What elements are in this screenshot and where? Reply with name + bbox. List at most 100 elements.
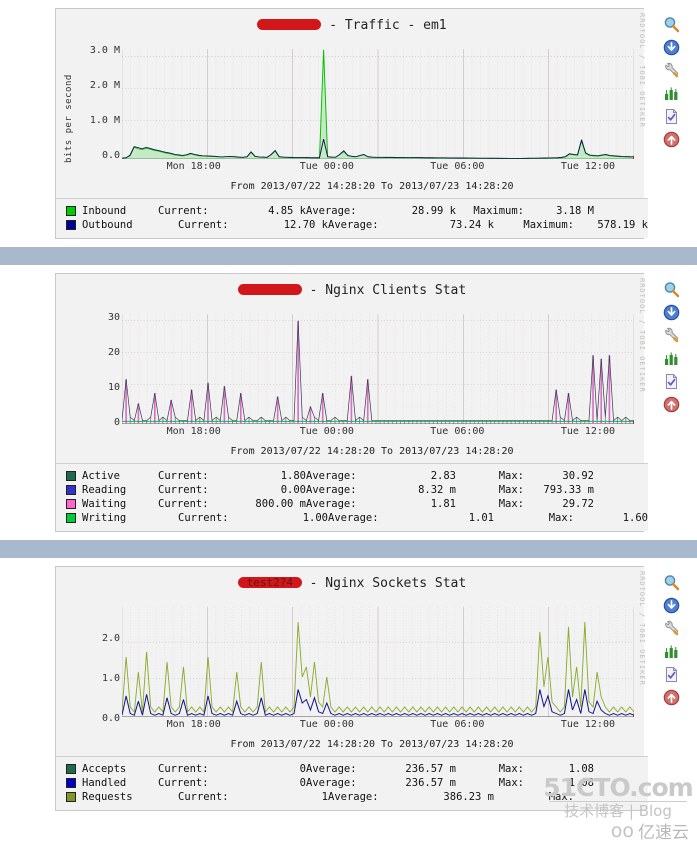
y-tick: 1.0 bbox=[101, 673, 120, 684]
y-axis-label-traffic: bits per second bbox=[64, 74, 74, 163]
settings-wrench-icon[interactable] bbox=[662, 619, 681, 638]
legend-series-name: Inbound bbox=[82, 205, 127, 217]
panel-wrap-clients: RRDTOOL / TOBI OETIKER - Nginx Clients S… bbox=[0, 273, 697, 532]
legend-average-value: 8.32 m bbox=[418, 484, 456, 496]
legend-cell: Average: bbox=[328, 512, 379, 524]
legend-cell: Max: bbox=[498, 470, 524, 482]
y-tick: 0.0 bbox=[101, 713, 120, 724]
legend-current-value: 0 bbox=[299, 777, 306, 789]
chart-title-sockets: test2?4 - Nginx Sockets Stat bbox=[56, 567, 648, 593]
legend-cell: Current: bbox=[158, 498, 209, 510]
legend-cell: Current: bbox=[158, 470, 209, 482]
legend-current-value: 0.00 bbox=[280, 484, 306, 496]
legend-cell: Average: bbox=[328, 791, 379, 803]
gap-2 bbox=[0, 265, 697, 273]
graph-column-clients: RRDTOOL / TOBI OETIKER - Nginx Clients S… bbox=[56, 274, 648, 531]
plot-area-sockets: 2.0 1.0 0.0 Mon 18:00 Tue 00:00 Tue 06:0… bbox=[56, 593, 648, 743]
legend-current-value: 800.00 m bbox=[255, 498, 306, 510]
legend-color-swatch bbox=[66, 792, 76, 802]
legend-average-value: 386.23 m bbox=[443, 791, 494, 803]
chart-title-suffix: - Nginx Clients Stat bbox=[301, 283, 467, 298]
legend-series-name: Reading bbox=[82, 484, 127, 496]
page-top-icon[interactable] bbox=[662, 395, 681, 414]
redacted-hostname bbox=[257, 19, 322, 30]
download-icon[interactable] bbox=[662, 596, 681, 615]
x-tick: Tue 12:00 bbox=[560, 161, 615, 172]
x-tick: Tue 12:00 bbox=[560, 426, 615, 437]
watermark-yisuyun: oo 亿速云 bbox=[611, 818, 689, 844]
download-icon[interactable] bbox=[662, 38, 681, 57]
legend-cell: Average: bbox=[306, 205, 357, 217]
legend-current-value: 1.80 bbox=[280, 470, 306, 482]
separator-band-2 bbox=[0, 540, 697, 558]
legend-cell: Max: bbox=[498, 484, 524, 496]
page-top-icon[interactable] bbox=[662, 688, 681, 707]
legend-color-swatch bbox=[66, 513, 76, 523]
legend-average-value: 1.81 bbox=[430, 498, 456, 510]
bar-chart-icon[interactable] bbox=[662, 84, 681, 103]
bar-chart-icon[interactable] bbox=[662, 642, 681, 661]
legend-max-value: 1.08 bbox=[568, 777, 594, 789]
legend-average-value: 236.57 m bbox=[405, 763, 456, 775]
legend-row: Inbound Current: 4.85 k Average: 28.99 k Maxi… bbox=[66, 204, 648, 218]
x-tick: Mon 18:00 bbox=[166, 426, 221, 437]
graph-column-sockets: RRDTOOL / TOBI OETIKER test2?4 - Nginx S… bbox=[56, 567, 648, 810]
y-tick: 1.0 M bbox=[89, 115, 120, 126]
zoom-icon[interactable] bbox=[662, 280, 681, 299]
y-ticks-traffic: 3.0 M 2.0 M 1.0 M 0.0 bbox=[74, 35, 120, 185]
legend-cell: Maximum: bbox=[523, 219, 574, 231]
separator-band-1 bbox=[0, 247, 697, 265]
settings-wrench-icon[interactable] bbox=[662, 326, 681, 345]
legend-current-value: 12.70 k bbox=[283, 219, 328, 231]
properties-document-icon[interactable] bbox=[662, 665, 681, 684]
graph-column-traffic: RRDTOOL / TOBI OETIKER - Traffic - em1 b… bbox=[56, 9, 648, 238]
x-tick: Tue 00:00 bbox=[299, 161, 354, 172]
plot-area-traffic: bits per second 3.0 M 2.0 M 1.0 M 0.0 Mo… bbox=[56, 35, 648, 185]
download-icon[interactable] bbox=[662, 303, 681, 322]
zoom-icon[interactable] bbox=[662, 15, 681, 34]
page-top-icon[interactable] bbox=[662, 130, 681, 149]
legend-current-value: 4.85 k bbox=[268, 205, 306, 217]
legend-color-swatch bbox=[66, 471, 76, 481]
legend-color-swatch bbox=[66, 485, 76, 495]
legend-row: Reading Current: 0.00 Average: 8.32 m Max: 793… bbox=[66, 483, 648, 497]
properties-document-icon[interactable] bbox=[662, 372, 681, 391]
gap-1 bbox=[0, 239, 697, 247]
x-tick: Tue 06:00 bbox=[430, 426, 485, 437]
legend-series-name: Active bbox=[82, 470, 120, 482]
top-spacer bbox=[0, 0, 697, 8]
legend-cell: Current: bbox=[178, 791, 229, 803]
legend-series-name: Handled bbox=[82, 777, 127, 789]
legend-average-value: 236.57 m bbox=[405, 777, 456, 789]
x-tick: Mon 18:00 bbox=[166, 719, 221, 730]
legend-cell: Average: bbox=[328, 219, 379, 231]
gap-4 bbox=[0, 558, 697, 566]
properties-document-icon[interactable] bbox=[662, 107, 681, 126]
zoom-icon[interactable] bbox=[662, 573, 681, 592]
legend-max-value: 1.60 bbox=[622, 512, 648, 524]
legend-row: Handled Current: 0 Average: 236.57 m Max: 1.08 bbox=[66, 776, 648, 790]
legend-cell: Current: bbox=[178, 512, 229, 524]
bar-chart-icon[interactable] bbox=[662, 349, 681, 368]
toolbar-traffic bbox=[648, 9, 694, 238]
legend-max-value: 30.92 bbox=[562, 470, 594, 482]
y-tick: 0.0 bbox=[101, 150, 120, 161]
redacted-hostname: test2?4 bbox=[237, 577, 302, 588]
legend-max-value: 1.08 bbox=[568, 763, 594, 775]
legend-cell: Current: bbox=[158, 763, 209, 775]
y-tick: 20 bbox=[107, 347, 120, 358]
settings-wrench-icon[interactable] bbox=[662, 61, 681, 80]
y-tick: 2.0 M bbox=[89, 80, 120, 91]
legend-cell: Current: bbox=[158, 777, 209, 789]
legend-current-value: 0 bbox=[299, 763, 306, 775]
y-tick: 3.0 M bbox=[89, 45, 120, 56]
toolbar-sockets bbox=[648, 567, 694, 810]
x-ticks-traffic: Mon 18:00 Tue 00:00 Tue 06:00 Tue 12:00 bbox=[122, 161, 634, 175]
watermark-yisuyun-text: 亿速云 bbox=[638, 823, 689, 843]
legend-cell: Average: bbox=[306, 777, 357, 789]
panel-traffic: RRDTOOL / TOBI OETIKER - Traffic - em1 b… bbox=[55, 8, 694, 239]
x-tick: Tue 06:00 bbox=[430, 161, 485, 172]
legend-row: Waiting Current: 800.00 m Average: 1.81 Max: 2… bbox=[66, 497, 648, 511]
legend-max-value: 3.18 M bbox=[556, 205, 594, 217]
legend-sockets: Accepts Current: 0 Average: 236.57 m Max: 1.08… bbox=[56, 756, 648, 810]
